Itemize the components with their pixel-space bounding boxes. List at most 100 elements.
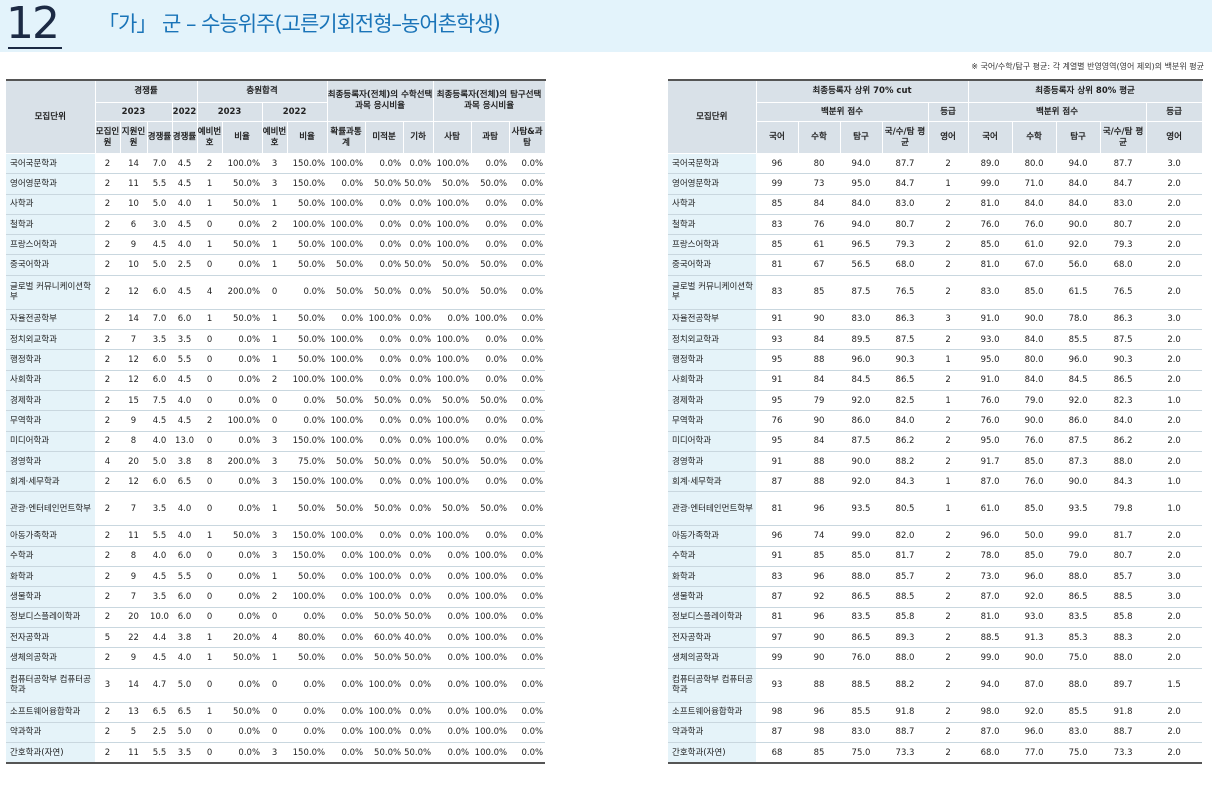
- table-cell: 4.5: [147, 234, 172, 256]
- unit-name-cell: 수학과: [6, 546, 95, 568]
- table-cell: 1: [197, 194, 223, 215]
- table-cell: 6.0: [172, 586, 198, 608]
- table-cell: 2.0: [1146, 194, 1203, 215]
- table-cell: 150.0%: [287, 525, 328, 547]
- col-header-extra-admission: 충원합격: [197, 79, 328, 103]
- table-cell: 85.5: [1056, 329, 1101, 351]
- table-cell: 73: [798, 173, 840, 195]
- unit-name-cell: 중국어학과: [6, 254, 95, 276]
- table-cell: 0: [197, 668, 223, 703]
- table-cell: 7.0: [147, 153, 172, 175]
- table-cell: 95: [756, 390, 798, 412]
- table-cell: 60.0%: [365, 627, 404, 649]
- table-cell: 85: [798, 275, 840, 310]
- table-cell: 4: [197, 275, 223, 310]
- table-cell: 2: [928, 194, 969, 215]
- col-header-ratio-2022: 비율: [287, 121, 328, 154]
- table-cell: 0.0%: [222, 431, 263, 452]
- col-header-grade: 등급: [1146, 102, 1203, 122]
- table-cell: 0: [197, 722, 223, 744]
- table-cell: 100.0%: [433, 153, 472, 175]
- table-cell: 88.0: [882, 647, 928, 669]
- table-row: 아동가족학과 2 11 5.5 4.0 1 50.0% 3 150.0% 100.0% 0.0% 0.…: [6, 525, 546, 547]
- table-cell: 96.0: [1012, 566, 1057, 588]
- table-cell: 83.0: [840, 722, 882, 744]
- table-cell: 0.0%: [222, 668, 263, 703]
- table-cell: 68.0: [882, 254, 928, 276]
- table-cell: 91: [756, 309, 798, 331]
- table-cell: 150.0%: [287, 546, 328, 568]
- unit-name-cell: 관광·엔터테인먼트학부: [6, 491, 95, 527]
- table-row: 사회학과 91 84 84.5 86.5 2 91.0 84.0 84.5 86.5 2.0: [668, 370, 1203, 391]
- table-cell: 100.0%: [433, 410, 472, 432]
- table-cell: 100.0%: [327, 349, 366, 371]
- table-cell: 2: [928, 410, 969, 432]
- table-cell: 2.0: [1146, 214, 1203, 236]
- table-cell: 92.0: [1012, 702, 1057, 723]
- table-cell: 73.0: [968, 566, 1013, 588]
- table-cell: 88.3: [1100, 627, 1147, 649]
- col-header-cut-70: 최종등록자 상위 70% cut: [756, 79, 969, 103]
- table-cell: 96: [798, 607, 840, 628]
- table-cell: 0.0%: [509, 722, 546, 744]
- table-cell: 6.0: [147, 471, 172, 493]
- table-cell: 0.0%: [433, 566, 472, 588]
- table-cell: 84.0: [1100, 410, 1147, 432]
- table-cell: 5.5: [147, 742, 172, 764]
- table-cell: 2: [928, 254, 969, 276]
- table-cell: 0.0%: [509, 370, 546, 391]
- table-cell: 79: [798, 390, 840, 412]
- table-cell: 100.0%: [365, 586, 404, 608]
- table-cell: 96.0: [968, 525, 1013, 547]
- table-cell: 56.5: [840, 254, 882, 276]
- table-cell: 0.0%: [403, 586, 434, 608]
- unit-name-cell: 소프트웨어융합학과: [668, 702, 756, 723]
- table-cell: 0.0%: [471, 431, 510, 452]
- table-cell: 88.5: [882, 586, 928, 608]
- table-cell: 84.0: [840, 194, 882, 215]
- table-cell: 91.8: [882, 702, 928, 723]
- table-row: 정치외교학과 93 84 89.5 87.5 2 93.0 84.0 85.5 87.5 2.0: [668, 329, 1203, 351]
- table-cell: 80.7: [1100, 214, 1147, 236]
- table-cell: 0: [197, 370, 223, 391]
- table-cell: 0.0%: [287, 390, 328, 412]
- table-cell: 1: [262, 566, 288, 588]
- table-cell: 2: [928, 607, 969, 628]
- table-row: 정보디스플레이학과 2 20 10.0 6.0 0 0.0% 0 0.0% 0.0% 50.0% 50…: [6, 607, 546, 628]
- table-cell: 2: [928, 153, 969, 175]
- table-cell: 5.5: [172, 349, 198, 371]
- table-cell: 4.5: [172, 173, 198, 195]
- unit-name-cell: 간호학과(자연): [668, 742, 756, 764]
- table-cell: 0.0%: [509, 275, 546, 310]
- table-cell: 88.0: [1100, 451, 1147, 473]
- table-cell: 83.0: [840, 309, 882, 331]
- table-cell: 0: [262, 722, 288, 744]
- table-cell: 1: [262, 309, 288, 331]
- table-cell: 0.0%: [471, 329, 510, 351]
- table-cell: 99.0: [1056, 525, 1101, 547]
- table-cell: 2: [95, 349, 120, 371]
- table-cell: 2: [95, 329, 120, 351]
- table-cell: 78.0: [968, 546, 1013, 568]
- table-cell: 0.0%: [471, 525, 510, 547]
- table-row: 미디어학과 95 84 87.5 86.2 2 95.0 76.0 87.5 86.2 2.0: [668, 431, 1203, 452]
- table-row: 컴퓨터공학부 컴퓨터공학과 93 88 88.5 88.2 2 94.0 87.0 88.0 89…: [668, 668, 1203, 703]
- table-cell: 4.5: [172, 410, 198, 432]
- table-cell: 3.0: [1146, 586, 1203, 608]
- table-cell: 83.5: [840, 607, 882, 628]
- table-cell: 61.5: [1056, 275, 1101, 310]
- table-cell: 2: [928, 234, 969, 256]
- table-cell: 0.0%: [403, 329, 434, 351]
- table-cell: 50.0%: [222, 234, 263, 256]
- unit-name-cell: 생물학과: [6, 586, 95, 608]
- table-cell: 0.0%: [327, 607, 366, 628]
- table-cell: 92: [798, 586, 840, 608]
- unit-name-cell: 미디어학과: [6, 431, 95, 452]
- table-cell: 83.0: [1100, 194, 1147, 215]
- col-header-math: 수학: [1012, 121, 1057, 154]
- unit-name-cell: 경영학과: [668, 451, 756, 473]
- unit-name-cell: 국어국문학과: [668, 153, 756, 175]
- table-cell: 1: [928, 491, 969, 527]
- table-cell: 84.0: [1012, 194, 1057, 215]
- table-cell: 50.0%: [433, 173, 472, 195]
